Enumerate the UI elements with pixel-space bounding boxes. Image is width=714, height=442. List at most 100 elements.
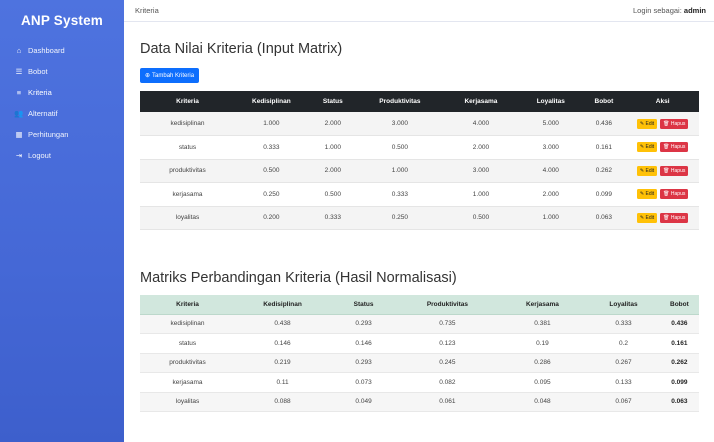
edit-button[interactable]: ✎ Edit xyxy=(636,189,658,200)
sidebar-item-logout[interactable]: ⇥ Logout xyxy=(0,145,124,166)
table-cell: 2.000 xyxy=(520,182,582,207)
action-buttons: ✎ Edit 🗑 Hapus xyxy=(626,165,699,176)
edit-button[interactable]: ✎ Edit xyxy=(636,142,658,153)
column-header: Loyalitas xyxy=(587,295,660,315)
trash-icon: 🗑 xyxy=(663,144,671,151)
add-criteria-label: Tambah Kriteria xyxy=(152,72,195,79)
add-criteria-button[interactable]: ⊕ Tambah Kriteria xyxy=(140,68,200,83)
table-cell: 0.123 xyxy=(397,333,498,354)
edit-button[interactable]: ✎ Edit xyxy=(636,212,658,223)
table-cell: 0.245 xyxy=(397,353,498,373)
edit-label: Edit xyxy=(645,120,655,127)
table-cell: 0.333 xyxy=(307,206,358,230)
brand-title[interactable]: ANP System xyxy=(0,0,124,40)
table-cell: 0.088 xyxy=(235,392,331,412)
sidebar-item-label: Dashboard xyxy=(28,46,65,55)
table-cell: 3.000 xyxy=(357,112,442,136)
sidebar: ANP System ⌂ Dashboard ☰ Bobot ≡ Kriteria 👥 Alt… xyxy=(0,0,124,442)
table-cell: 0.095 xyxy=(497,372,588,393)
table-cell: 0.063 xyxy=(659,392,699,412)
sidebar-item-dashboard[interactable]: ⌂ Dashboard xyxy=(0,40,124,61)
table-cell: 0.381 xyxy=(497,314,588,334)
delete-button[interactable]: 🗑 Hapus xyxy=(660,142,689,153)
table-cell: 0.333 xyxy=(587,314,660,334)
table-cell: 1.000 xyxy=(357,159,442,183)
delete-label: Hapus xyxy=(670,191,686,198)
table-cell: 0.048 xyxy=(497,392,588,412)
table-cell: 2.000 xyxy=(307,159,358,183)
table-cell: 0.286 xyxy=(497,353,588,373)
action-cell: ✎ Edit 🗑 Hapus xyxy=(626,206,699,230)
table-cell: 0.262 xyxy=(659,353,699,373)
table-cell: 0.067 xyxy=(587,392,660,412)
table-cell: 0.19 xyxy=(497,333,588,354)
plus-circle-icon: ⊕ xyxy=(145,73,151,79)
table-cell: 0.333 xyxy=(235,135,308,160)
table-row: status 0.333 1.000 0.500 2.000 3.000 0.161 ✎ Ed… xyxy=(140,135,699,160)
table-cell: 0.293 xyxy=(330,353,398,373)
edit-button[interactable]: ✎ Edit xyxy=(636,118,658,129)
table-header-row: Kriteria Kedisiplinan Status Produktivitas K… xyxy=(140,295,699,315)
table-cell: 1.000 xyxy=(235,112,308,136)
login-prefix: Login sebagai: xyxy=(633,6,682,15)
delete-button[interactable]: 🗑 Hapus xyxy=(660,189,689,200)
edit-label: Edit xyxy=(645,191,655,198)
delete-button[interactable]: 🗑 Hapus xyxy=(660,165,689,176)
table-row: kerjasama 0.250 0.500 0.333 1.000 2.000 0.099 ✎… xyxy=(140,182,699,207)
table-cell: 1.000 xyxy=(307,135,358,160)
table-cell: 4.000 xyxy=(520,159,582,183)
column-header: Bobot xyxy=(659,295,699,315)
action-buttons: ✎ Edit 🗑 Hapus xyxy=(626,118,699,129)
sidebar-nav: ⌂ Dashboard ☰ Bobot ≡ Kriteria 👥 Alternatif ▦ Per… xyxy=(0,40,124,166)
delete-button[interactable]: 🗑 Hapus xyxy=(660,118,689,129)
table-cell: 0.219 xyxy=(235,353,331,373)
trash-icon: 🗑 xyxy=(663,214,671,221)
action-cell: ✎ Edit 🗑 Hapus xyxy=(626,112,699,136)
table-cell: 0.146 xyxy=(235,333,331,354)
logout-icon: ⇥ xyxy=(15,151,23,160)
table-cell: kerjasama xyxy=(140,182,236,207)
delete-button[interactable]: 🗑 Hapus xyxy=(660,212,689,223)
column-header: Kerjasama xyxy=(497,295,588,315)
table-cell: 0.049 xyxy=(330,392,398,412)
table-cell: 0.500 xyxy=(357,135,442,160)
table-cell: 4.000 xyxy=(441,112,521,136)
edit-button[interactable]: ✎ Edit xyxy=(636,165,658,176)
table-row: kerjasama 0.11 0.073 0.082 0.095 0.133 0.099 xyxy=(140,372,699,393)
list-icon: ☰ xyxy=(15,67,23,76)
delete-label: Hapus xyxy=(670,144,686,151)
table-cell: 0.099 xyxy=(581,182,627,207)
column-header: Loyalitas xyxy=(520,91,582,112)
column-header: Status xyxy=(330,295,398,315)
table-cell: 1.000 xyxy=(520,206,582,230)
table-cell: produktivitas xyxy=(140,159,236,183)
table-cell: 0.436 xyxy=(581,112,627,136)
table-cell: 2.000 xyxy=(441,135,521,160)
edit-label: Edit xyxy=(645,214,655,221)
column-header: Produktivitas xyxy=(397,295,498,315)
sidebar-item-alternatif[interactable]: 👥 Alternatif xyxy=(0,103,124,124)
table-cell: 0.250 xyxy=(235,182,308,207)
table-cell: 1.000 xyxy=(441,182,521,207)
column-header: Aksi xyxy=(626,91,699,112)
action-cell: ✎ Edit 🗑 Hapus xyxy=(626,182,699,207)
table-cell: 0.161 xyxy=(659,333,699,354)
column-header: Kriteria xyxy=(140,295,236,315)
column-header: Kriteria xyxy=(140,91,236,112)
table-cell: 0.082 xyxy=(397,372,498,393)
column-header: Produktivitas xyxy=(357,91,442,112)
sidebar-item-kriteria[interactable]: ≡ Kriteria xyxy=(0,82,124,103)
sidebar-item-perhitungan[interactable]: ▦ Perhitungan xyxy=(0,124,124,145)
table-cell: 0.161 xyxy=(581,135,627,160)
table-cell: 3.000 xyxy=(441,159,521,183)
table-cell: 0.146 xyxy=(330,333,398,354)
topbar-page-title: Kriteria xyxy=(135,6,159,15)
column-header: Kerjasama xyxy=(441,91,521,112)
sidebar-item-bobot[interactable]: ☰ Bobot xyxy=(0,61,124,82)
list-lines-icon: ≡ xyxy=(16,88,22,97)
table-cell: 0.293 xyxy=(330,314,398,334)
table-cell: 0.438 xyxy=(235,314,331,334)
sidebar-item-label: Perhitungan xyxy=(28,130,69,139)
sidebar-item-label: Bobot xyxy=(28,67,48,76)
table-row: status 0.146 0.146 0.123 0.19 0.2 0.161 xyxy=(140,333,699,354)
